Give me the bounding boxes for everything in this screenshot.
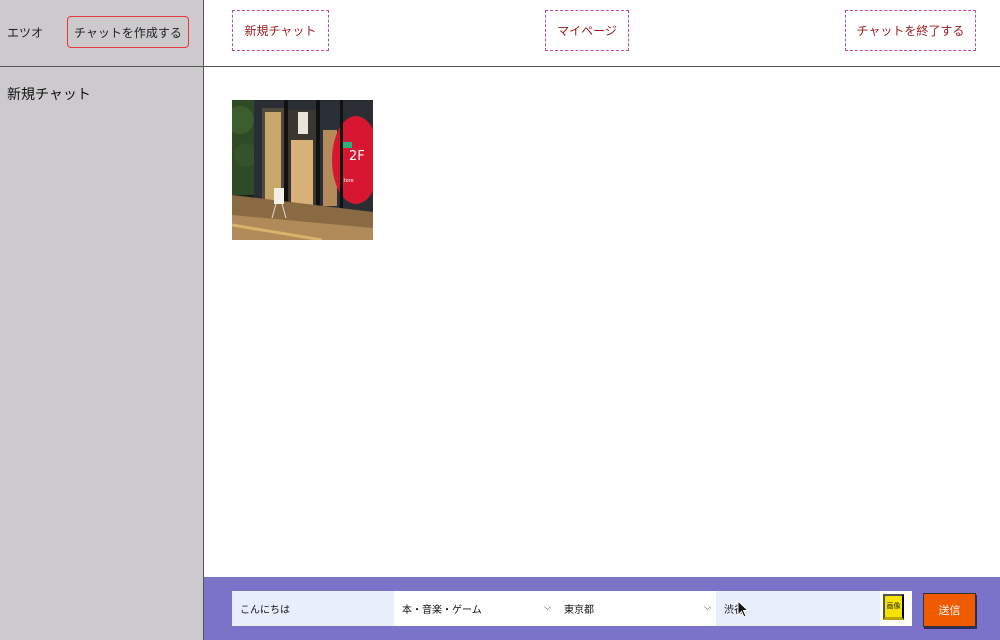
message-input[interactable]: こんにちは [232, 591, 394, 626]
image-upload-button[interactable]: 画像 [883, 594, 904, 620]
storefront-photo-image: 2F store [232, 100, 373, 240]
new-chat-button[interactable]: 新規チャット [232, 10, 329, 51]
chat-list-item[interactable]: 新規チャット [0, 68, 203, 104]
username: エツオ [7, 26, 44, 40]
top-bar: 新規チャット マイページ チャットを終了する [204, 0, 1000, 67]
mypage-button[interactable]: マイページ [545, 10, 629, 51]
send-button[interactable]: 送信 [923, 593, 976, 627]
chat-list: 新規チャット [0, 68, 203, 104]
sidebar-header: エツオ チャットを作成する [0, 0, 203, 67]
message-area: 2F store [204, 68, 1000, 576]
mouse-pointer-icon [737, 600, 750, 618]
prefecture-select[interactable]: 東京都 ⌵ [556, 591, 716, 626]
sidebar: エツオ チャットを作成する 新規チャット [0, 0, 204, 640]
create-chat-button[interactable]: チャットを作成する [67, 16, 189, 48]
chat-app: エツオ チャットを作成する 新規チャット 新規チャット マイページ チャットを終… [0, 0, 1000, 640]
composer-bar: こんにちは 本・音楽・ゲーム ⌵ 東京都 ⌵ 渋谷 画像 送信 [204, 577, 1000, 640]
prefecture-select-value: 東京都 [564, 605, 594, 616]
chevron-down-icon: ⌵ [544, 603, 551, 613]
end-chat-button[interactable]: チャットを終了する [845, 10, 976, 51]
genre-select-value: 本・音楽・ゲーム [402, 605, 482, 616]
storefront-photo[interactable]: 2F store [232, 100, 373, 240]
genre-select[interactable]: 本・音楽・ゲーム ⌵ [394, 591, 556, 626]
svg-text:2F: 2F [349, 149, 365, 164]
chevron-down-icon: ⌵ [704, 603, 711, 613]
